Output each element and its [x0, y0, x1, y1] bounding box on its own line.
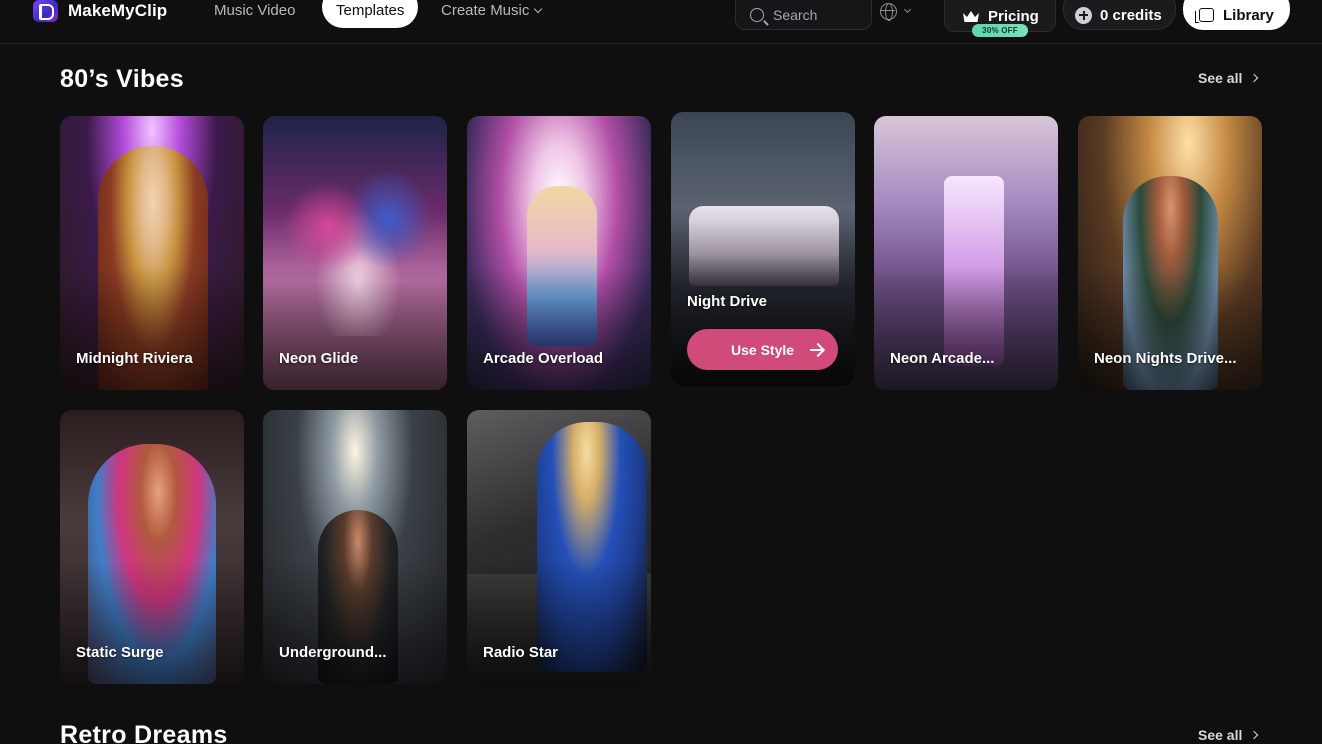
template-card[interactable]: Midnight Riviera	[60, 116, 244, 390]
arrow-right-icon	[810, 348, 823, 351]
see-all-link[interactable]: See all	[1198, 70, 1259, 86]
chevron-right-icon	[1250, 730, 1259, 740]
template-card[interactable]: Underground...	[263, 410, 447, 684]
template-card[interactable]: Neon Glide	[263, 116, 447, 390]
use-style-label: Use Style	[731, 341, 795, 358]
brand-logo[interactable]: MakeMyClip	[33, 0, 167, 22]
top-nav-bar: MakeMyClip Music Video Templates Create …	[0, 0, 1322, 44]
search-button[interactable]: Search	[735, 0, 872, 30]
nav-templates[interactable]: Templates	[322, 0, 419, 28]
template-card[interactable]: Radio Star	[467, 410, 651, 684]
template-title: Midnight Riviera	[76, 350, 193, 367]
see-all-link[interactable]: See all	[1198, 727, 1259, 743]
template-title: Neon Glide	[279, 350, 359, 367]
crown-icon	[962, 10, 980, 23]
language-selector[interactable]	[880, 0, 912, 22]
template-title: Arcade Overload	[483, 350, 604, 367]
see-all-label: See all	[1198, 727, 1243, 743]
template-title: Static Surge	[76, 644, 164, 661]
use-style-button[interactable]: Use Style	[687, 329, 838, 370]
logo-icon	[33, 0, 58, 22]
nav-create-music[interactable]: Create Music	[441, 2, 543, 19]
discount-badge: 30% OFF	[972, 24, 1028, 37]
chevron-right-icon	[1250, 73, 1259, 83]
globe-icon	[880, 2, 897, 21]
credits-label: 0 credits	[1100, 6, 1162, 24]
plus-circle-icon	[1075, 6, 1092, 24]
template-title: Underground...	[279, 644, 387, 661]
chevron-down-icon	[903, 5, 912, 13]
template-title: Radio Star	[483, 644, 559, 661]
see-all-label: See all	[1198, 70, 1243, 86]
library-label: Library	[1223, 6, 1274, 24]
search-icon	[750, 8, 764, 22]
brand-name: MakeMyClip	[68, 1, 168, 20]
template-card-hovered[interactable]: Night Drive Use Style	[671, 112, 855, 386]
library-icon	[1195, 8, 1214, 23]
library-button[interactable]: Library	[1183, 0, 1290, 30]
template-title: Neon Arcade...	[890, 350, 995, 367]
nav-music-video[interactable]: Music Video	[214, 2, 295, 19]
section-title: Retro Dreams	[60, 721, 228, 744]
chevron-down-icon	[534, 4, 543, 13]
template-card[interactable]: Neon Arcade...	[874, 116, 1058, 390]
section-title: 80’s Vibes	[60, 65, 184, 93]
template-card[interactable]: Arcade Overload	[467, 116, 651, 390]
template-card[interactable]: Static Surge	[60, 410, 244, 684]
credits-button[interactable]: 0 credits	[1063, 0, 1176, 30]
template-title: Night Drive	[687, 293, 768, 310]
search-label: Search	[773, 7, 818, 23]
template-card[interactable]: Neon Nights Drive...	[1078, 116, 1262, 390]
template-title: Neon Nights Drive...	[1094, 350, 1237, 367]
pricing-label: Pricing	[988, 7, 1039, 25]
nav-create-music-label: Create Music	[441, 2, 530, 19]
